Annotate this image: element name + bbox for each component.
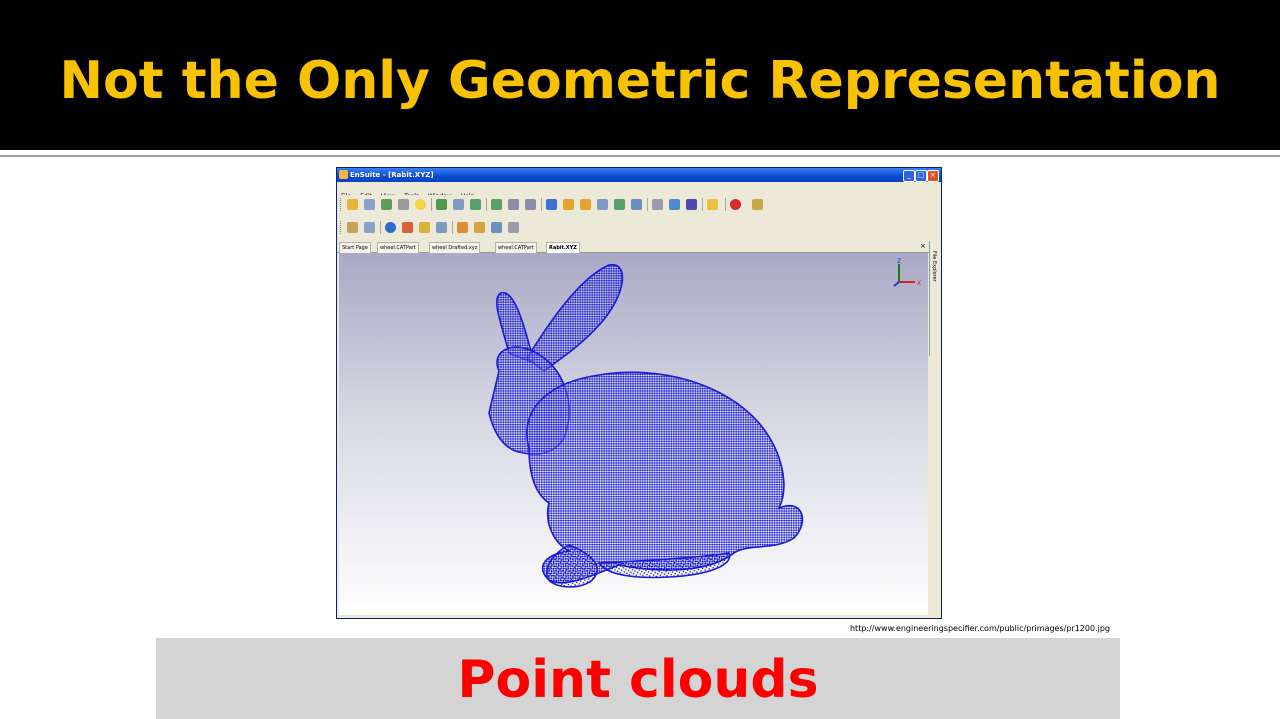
axis-triad: Z X [893,258,921,287]
window-title: EnSuite - [Rabit.XYZ] [350,171,434,179]
tab-rabit-xyz[interactable]: Rabit.XYZ [546,242,580,253]
measure-icon[interactable] [652,199,663,210]
cube-icon[interactable] [730,199,741,210]
tab-start-page[interactable]: Start Page [339,242,371,253]
help-icon[interactable] [415,199,426,210]
annotate-icon[interactable] [491,222,502,233]
toolbar-separator [702,198,703,211]
toolbar-main [337,195,941,214]
caption-text: Point clouds [457,650,819,710]
ruler-icon[interactable] [419,222,430,233]
bunny-point-cloud [488,264,804,588]
refresh-icon[interactable] [491,199,502,210]
copy-icon[interactable] [436,199,447,210]
find-icon[interactable] [453,199,464,210]
properties-icon[interactable] [364,222,375,233]
caption-box: Point clouds [156,638,1120,719]
slide-title: Not the Only Geometric Representation [59,51,1221,111]
toolbar-separator [647,198,648,211]
toolbar-separator [486,198,487,211]
zoom-fit-icon[interactable] [631,199,642,210]
3d-viewport[interactable]: Z X [339,253,928,615]
toolbar-grip[interactable] [340,221,343,234]
compare-icon[interactable] [436,222,447,233]
tab-wheel-drafted[interactable]: wheel Drafted.xyz [429,242,481,253]
zoom-window-icon[interactable] [614,199,625,210]
point-cloud-bunny [488,264,804,588]
database-icon[interactable] [707,199,718,210]
info-icon[interactable] [385,222,396,233]
rotate-icon[interactable] [580,199,591,210]
maximize-button[interactable]: □ [915,170,927,182]
tab-wheel-catpart[interactable]: wheel.CATPart [377,242,419,253]
divider [0,155,1280,157]
file-explorer-panel[interactable]: File Explorer [929,241,941,356]
minimize-button[interactable]: _ [903,170,915,182]
tab-wheel-catpart-2[interactable]: wheel.CATPart [495,242,537,253]
toolbar-separator [541,198,542,211]
export-icon[interactable] [470,199,481,210]
options-icon[interactable] [508,222,519,233]
image-icon[interactable] [508,199,519,210]
toolbar-grip[interactable] [340,198,343,211]
app-icon [339,170,348,179]
toolbar-separator [452,221,453,234]
toolbar-separator [431,198,432,211]
binoculars-icon[interactable] [686,199,697,210]
pan-icon[interactable] [563,199,574,210]
zoom-icon[interactable] [597,199,608,210]
select-icon[interactable] [546,199,557,210]
axis-x-label: X [917,280,921,287]
source-url: http://www.engineeringspecifier.com/publ… [849,624,1110,633]
window-title-bar[interactable]: EnSuite - [Rabit.XYZ] _ □ × [337,168,941,182]
chart-icon[interactable] [402,222,413,233]
ground-icon[interactable] [752,199,763,210]
new-icon[interactable] [364,199,375,210]
settings-icon[interactable] [457,222,468,233]
print-icon[interactable] [398,199,409,210]
ensuite-window: EnSuite - [Rabit.XYZ] _ □ × File Edit Vi… [336,167,942,619]
close-tab-icon[interactable]: × [920,241,926,252]
gallery-icon[interactable] [525,199,536,210]
report-icon[interactable] [474,222,485,233]
toolbar-separator [380,221,381,234]
menu-bar: File Edit View Tools Window Help [337,183,941,200]
section-icon[interactable] [669,199,680,210]
document-tabs: Start Page wheel.CATPart wheel Drafted.x… [337,241,941,253]
toolbar-separator [725,198,726,211]
save-icon[interactable] [381,199,392,210]
file-explorer-label: File Explorer [931,251,937,282]
axis-z-label: Z [897,258,901,265]
toolbar-secondary [337,218,941,237]
open-icon[interactable] [347,199,358,210]
close-button[interactable]: × [927,170,939,182]
tree-icon[interactable] [347,222,358,233]
